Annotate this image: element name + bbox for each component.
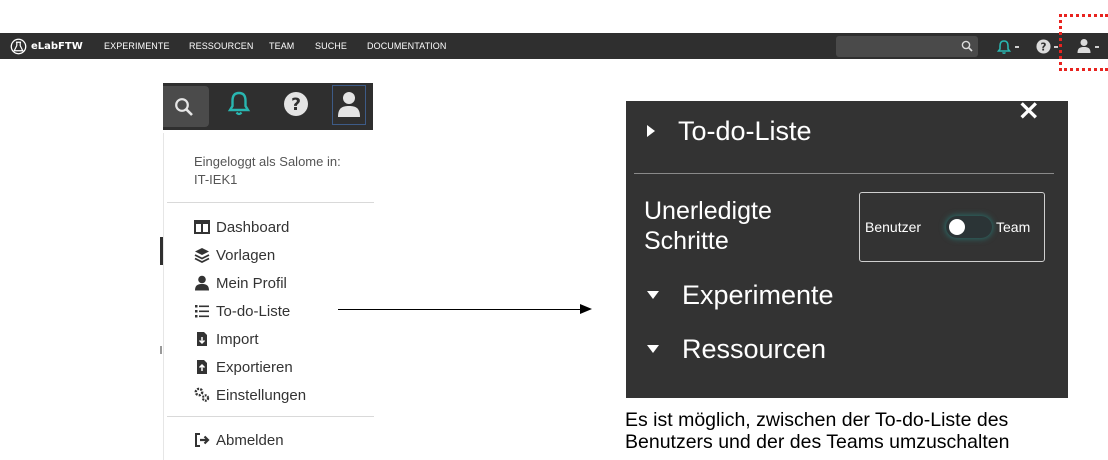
- todo-list-title: To-do-Liste: [678, 115, 812, 146]
- todo-list-header[interactable]: To-do-Liste: [646, 113, 812, 149]
- caret-down-icon: [647, 291, 659, 299]
- menu-item-label: Dashboard: [216, 218, 290, 236]
- unfinished-steps-label: Unerledigte Schritte: [644, 196, 772, 256]
- menu-item-einstellungen[interactable]: Einstellungen: [194, 384, 306, 406]
- callout-arrow-head-icon: [580, 304, 592, 314]
- zoomed-navbar: ?: [163, 83, 373, 130]
- menu-item-abmelden[interactable]: Abmelden: [194, 429, 284, 451]
- menu-item-dashboard[interactable]: Dashboard: [194, 216, 289, 238]
- svg-text:?: ?: [1041, 41, 1047, 53]
- menu-divider: [167, 416, 374, 417]
- menu-item-import[interactable]: Import: [194, 328, 259, 350]
- menu-item-label: Vorlagen: [216, 246, 276, 264]
- caret-down-icon: [647, 345, 659, 353]
- section-label: Ressourcen: [682, 333, 827, 364]
- unfinished-steps-line2: Schritte: [644, 227, 729, 255]
- file-import-icon: [197, 332, 207, 346]
- menu-item-mein-profil[interactable]: Mein Profil: [194, 272, 287, 294]
- unfinished-steps-line1: Unerledigte: [644, 197, 772, 225]
- list-icon: [195, 305, 209, 318]
- highlight-box: [1059, 14, 1108, 71]
- help-caret-icon: [1054, 46, 1058, 48]
- help-icon[interactable]: ?: [1036, 39, 1051, 54]
- todo-panel: × To-do-Liste Unerledigte Schritte Benut…: [626, 95, 1068, 398]
- svg-text:?: ?: [291, 95, 301, 115]
- user-icon: [338, 92, 360, 117]
- background-edge: [160, 346, 162, 354]
- nav-ressourcen[interactable]: RESSOURCEN: [189, 41, 254, 51]
- menu-item-vorlagen[interactable]: Vorlagen: [194, 244, 275, 266]
- section-ressourcen[interactable]: Ressourcen: [646, 331, 826, 367]
- columns-icon: [194, 220, 210, 234]
- search-icon[interactable]: [961, 40, 973, 52]
- menu-item-label: Abmelden: [216, 431, 284, 449]
- menu-item-label: Einstellungen: [216, 386, 307, 404]
- bell-caret-icon: [1015, 46, 1019, 48]
- brand[interactable]: eLabFTW: [10, 37, 83, 55]
- callout-arrow-line: [338, 309, 582, 310]
- user-menu-button[interactable]: [332, 85, 366, 125]
- menu-item-label: Mein Profil: [216, 274, 287, 292]
- elabftw-logo-icon: [10, 38, 27, 54]
- close-icon[interactable]: ×: [1017, 95, 1040, 125]
- user-icon: [195, 275, 209, 291]
- search-icon: [175, 98, 193, 116]
- panel-divider: [634, 173, 1054, 174]
- toggle-label-benutzer: Benutzer: [865, 219, 922, 235]
- toggle-knob: [949, 219, 965, 235]
- caret-right-icon: [647, 125, 655, 137]
- layers-icon: [194, 248, 210, 263]
- team-name: IT-IEK1: [194, 172, 238, 187]
- file-export-icon: [197, 360, 207, 374]
- screenshot-root: eLabFTW EXPERIMENTE RESSOURCEN TEAM SUCH…: [0, 0, 1108, 460]
- menu-item-label: To-do-Liste: [216, 302, 291, 320]
- brand-name: eLabFTW: [31, 40, 83, 52]
- nav-team[interactable]: TEAM: [269, 41, 294, 51]
- menu-item-todo-liste[interactable]: To-do-Liste: [194, 300, 290, 322]
- menu-item-label: Exportieren: [216, 358, 293, 376]
- help-icon[interactable]: ?: [283, 91, 309, 117]
- section-experimente[interactable]: Experimente: [646, 277, 834, 313]
- nav-suche[interactable]: SUCHE: [315, 41, 347, 51]
- menu-item-label: Import: [216, 330, 259, 348]
- menu-item-exportieren[interactable]: Exportieren: [194, 356, 293, 378]
- bell-icon[interactable]: [996, 39, 1012, 55]
- zoomed-search-button[interactable]: [163, 86, 209, 127]
- sign-out-icon: [195, 433, 210, 447]
- menu-divider: [167, 202, 374, 203]
- section-label: Experimente: [682, 279, 834, 310]
- scope-toggle-group: Benutzer Team: [859, 192, 1045, 262]
- nav-experimente[interactable]: EXPERIMENTE: [104, 41, 170, 51]
- bell-icon[interactable]: [226, 90, 252, 118]
- toggle-label-team: Team: [996, 219, 1031, 235]
- search-input[interactable]: [836, 36, 978, 57]
- user-team-toggle[interactable]: [946, 216, 992, 238]
- nav-documentation[interactable]: DOCUMENTATION: [367, 41, 446, 51]
- caption-text: Es ist möglich, zwischen der To-do-Liste…: [625, 409, 1095, 453]
- user-dropdown-menu: Eingeloggt als Salome in: IT-IEK1 Dashbo…: [163, 133, 374, 460]
- logged-in-info: Eingeloggt als Salome in: IT-IEK1: [194, 153, 341, 189]
- logged-in-text: Eingeloggt als Salome in:: [194, 154, 341, 169]
- top-navbar: eLabFTW EXPERIMENTE RESSOURCEN TEAM SUCH…: [0, 33, 1108, 59]
- caption-line1: Es ist möglich, zwischen der To-do-Liste…: [625, 409, 1009, 431]
- caption-line2: Benutzers und der des Teams umzuschalten: [625, 431, 1010, 453]
- cogs-icon: [194, 387, 210, 402]
